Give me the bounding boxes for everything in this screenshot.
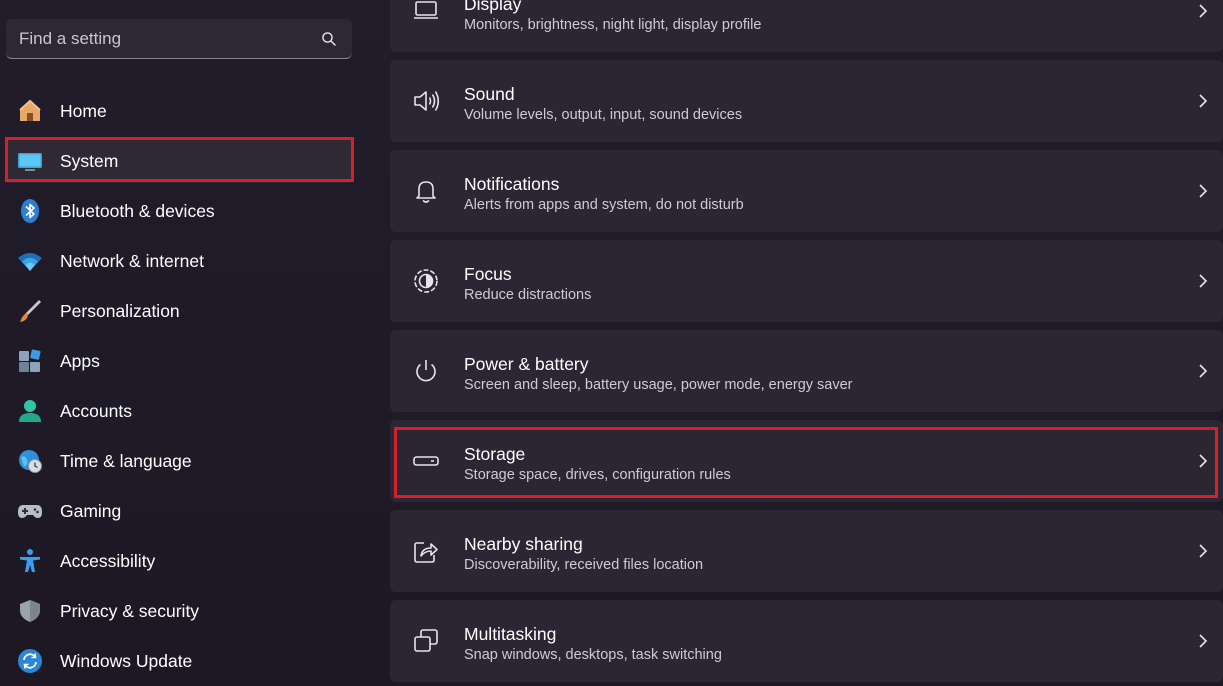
card-notifications[interactable]: Notifications Alerts from apps and syste… bbox=[390, 150, 1223, 232]
sidebar-item-label: Privacy & security bbox=[60, 601, 200, 621]
card-title: Storage bbox=[464, 444, 526, 464]
search-icon[interactable] bbox=[320, 30, 338, 48]
globe-clock-icon bbox=[17, 448, 43, 474]
card-subtitle: Discoverability, received files location bbox=[464, 557, 704, 573]
wifi-icon bbox=[17, 248, 43, 274]
sidebar-item-accounts[interactable]: Accounts bbox=[5, 389, 353, 433]
person-icon bbox=[17, 398, 43, 424]
card-title: Power & battery bbox=[464, 354, 589, 374]
sidebar-item-label: Accounts bbox=[60, 401, 132, 421]
chevron-right-icon bbox=[1197, 183, 1209, 199]
display-icon bbox=[412, 0, 440, 25]
accessibility-icon bbox=[17, 548, 43, 574]
sidebar-item-label: Gaming bbox=[60, 501, 122, 521]
sidebar: Home System Bluetooth & devices Network … bbox=[0, 0, 370, 686]
card-subtitle: Storage space, drives, configuration rul… bbox=[464, 467, 731, 483]
search-box[interactable] bbox=[6, 19, 352, 59]
card-subtitle: Reduce distractions bbox=[464, 287, 592, 303]
card-subtitle: Screen and sleep, battery usage, power m… bbox=[464, 377, 853, 393]
storage-drive-icon bbox=[412, 447, 440, 475]
chevron-right-icon bbox=[1197, 633, 1209, 649]
sidebar-item-time-language[interactable]: Time & language bbox=[5, 439, 353, 483]
sidebar-item-windows-update[interactable]: Windows Update bbox=[5, 639, 353, 683]
sidebar-item-privacy-security[interactable]: Privacy & security bbox=[5, 589, 353, 633]
card-title: Notifications bbox=[464, 174, 560, 194]
monitor-icon bbox=[17, 148, 43, 174]
power-icon bbox=[412, 357, 440, 385]
sidebar-item-label: Home bbox=[60, 101, 107, 121]
card-title: Focus bbox=[464, 264, 512, 284]
home-icon bbox=[17, 98, 43, 124]
main-panel: Display Monitors, brightness, night ligh… bbox=[390, 0, 1223, 686]
card-display[interactable]: Display Monitors, brightness, night ligh… bbox=[390, 0, 1223, 52]
gamepad-icon bbox=[17, 498, 43, 524]
sidebar-item-network[interactable]: Network & internet bbox=[5, 239, 353, 283]
card-subtitle: Alerts from apps and system, do not dist… bbox=[464, 197, 744, 213]
card-title: Nearby sharing bbox=[464, 534, 583, 554]
card-subtitle: Snap windows, desktops, task switching bbox=[464, 647, 722, 663]
card-sound[interactable]: Sound Volume levels, output, input, soun… bbox=[390, 60, 1223, 142]
chevron-right-icon bbox=[1197, 93, 1209, 109]
sidebar-item-label: Time & language bbox=[60, 451, 192, 471]
sidebar-item-system[interactable]: System bbox=[5, 139, 353, 183]
card-power-battery[interactable]: Power & battery Screen and sleep, batter… bbox=[390, 330, 1223, 412]
sidebar-item-label: Personalization bbox=[60, 301, 180, 321]
sidebar-item-label: Apps bbox=[60, 351, 100, 371]
card-nearby-sharing[interactable]: Nearby sharing Discoverability, received… bbox=[390, 510, 1223, 592]
sidebar-item-home[interactable]: Home bbox=[5, 89, 353, 133]
card-subtitle: Monitors, brightness, night light, displ… bbox=[464, 17, 762, 33]
focus-icon bbox=[412, 267, 440, 295]
chevron-right-icon bbox=[1197, 3, 1209, 19]
sidebar-item-label: Bluetooth & devices bbox=[60, 201, 215, 221]
sync-icon bbox=[17, 648, 43, 674]
card-title: Multitasking bbox=[464, 624, 557, 644]
search-input[interactable] bbox=[6, 19, 321, 59]
chevron-right-icon bbox=[1197, 363, 1209, 379]
sidebar-item-gaming[interactable]: Gaming bbox=[5, 489, 353, 533]
paintbrush-icon bbox=[17, 298, 43, 324]
sidebar-item-apps[interactable]: Apps bbox=[5, 339, 353, 383]
sidebar-item-personalization[interactable]: Personalization bbox=[5, 289, 353, 333]
shield-icon bbox=[17, 598, 43, 624]
sidebar-item-label: Windows Update bbox=[60, 651, 193, 671]
chevron-right-icon bbox=[1197, 543, 1209, 559]
speaker-icon bbox=[412, 87, 440, 115]
sidebar-item-accessibility[interactable]: Accessibility bbox=[5, 539, 353, 583]
card-subtitle: Volume levels, output, input, sound devi… bbox=[464, 107, 743, 123]
bluetooth-icon bbox=[17, 198, 43, 224]
bell-icon bbox=[412, 177, 440, 205]
sidebar-item-label: Network & internet bbox=[60, 251, 204, 271]
apps-icon bbox=[17, 348, 43, 374]
sidebar-item-bluetooth[interactable]: Bluetooth & devices bbox=[5, 189, 353, 233]
card-title: Display bbox=[464, 0, 522, 14]
card-title: Sound bbox=[464, 84, 515, 104]
multitasking-icon bbox=[412, 627, 440, 655]
card-storage[interactable]: Storage Storage space, drives, configura… bbox=[390, 420, 1223, 502]
chevron-right-icon bbox=[1197, 453, 1209, 469]
sidebar-item-label: System bbox=[60, 151, 119, 171]
chevron-right-icon bbox=[1197, 273, 1209, 289]
card-multitasking[interactable]: Multitasking Snap windows, desktops, tas… bbox=[390, 600, 1223, 682]
share-icon bbox=[412, 537, 440, 565]
card-focus[interactable]: Focus Reduce distractions bbox=[390, 240, 1223, 322]
sidebar-item-label: Accessibility bbox=[60, 551, 156, 571]
